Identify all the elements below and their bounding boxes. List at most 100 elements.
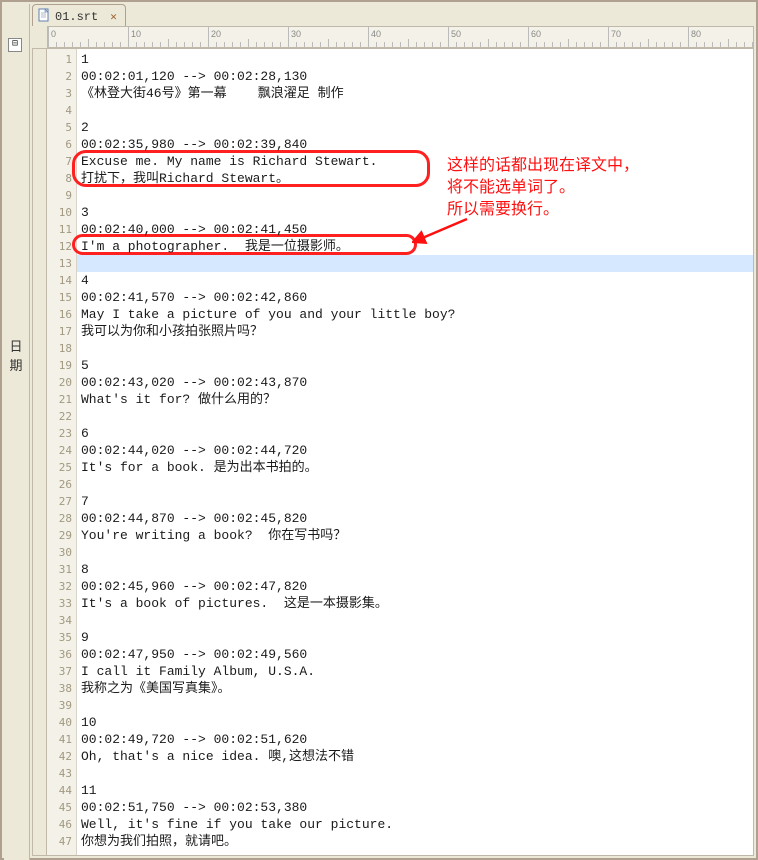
code-line[interactable]: 00:02:47,950 --> 00:02:49,560 bbox=[77, 646, 753, 663]
editor: 1234567891011121314151617181920212223242… bbox=[32, 48, 754, 856]
margin-strip bbox=[33, 49, 47, 855]
line-number: 13 bbox=[47, 255, 76, 272]
code-line[interactable] bbox=[77, 697, 753, 714]
line-number: 1 bbox=[47, 51, 76, 68]
line-number: 16 bbox=[47, 306, 76, 323]
code-line[interactable] bbox=[77, 255, 753, 272]
line-number: 20 bbox=[47, 374, 76, 391]
line-number: 18 bbox=[47, 340, 76, 357]
line-number: 17 bbox=[47, 323, 76, 340]
code-line[interactable]: 00:02:01,120 --> 00:02:28,130 bbox=[77, 68, 753, 85]
line-number: 22 bbox=[47, 408, 76, 425]
line-number: 42 bbox=[47, 748, 76, 765]
code-line[interactable] bbox=[77, 408, 753, 425]
code-line[interactable] bbox=[77, 765, 753, 782]
code-line[interactable] bbox=[77, 187, 753, 204]
code-line[interactable]: I call it Family Album, U.S.A. bbox=[77, 663, 753, 680]
tab-bar: 01.srt ✕ bbox=[32, 2, 126, 26]
line-number: 34 bbox=[47, 612, 76, 629]
code-line[interactable]: 5 bbox=[77, 357, 753, 374]
code-line[interactable]: Excuse me. My name is Richard Stewart. bbox=[77, 153, 753, 170]
code-line[interactable]: 00:02:35,980 --> 00:02:39,840 bbox=[77, 136, 753, 153]
close-icon[interactable]: ✕ bbox=[110, 10, 117, 24]
code-line[interactable] bbox=[77, 612, 753, 629]
code-line[interactable]: 00:02:43,020 --> 00:02:43,870 bbox=[77, 374, 753, 391]
code-line[interactable]: Well, it's fine if you take our picture. bbox=[77, 816, 753, 833]
code-line[interactable]: You're writing a book? 你在写书吗？ bbox=[77, 527, 753, 544]
code-line[interactable]: 00:02:44,870 --> 00:02:45,820 bbox=[77, 510, 753, 527]
line-number: 23 bbox=[47, 425, 76, 442]
code-line[interactable]: 00:02:49,720 --> 00:02:51,620 bbox=[77, 731, 753, 748]
code-line[interactable]: 我称之为《美国写真集》。 bbox=[77, 680, 753, 697]
line-number: 21 bbox=[47, 391, 76, 408]
code-line[interactable]: May I take a picture of you and your lit… bbox=[77, 306, 753, 323]
tab-filename: 01.srt bbox=[55, 10, 98, 24]
line-number: 28 bbox=[47, 510, 76, 527]
code-line[interactable] bbox=[77, 544, 753, 561]
code-line[interactable]: 你想为我们拍照，就请吧。 bbox=[77, 833, 753, 850]
line-number: 33 bbox=[47, 595, 76, 612]
file-tab[interactable]: 01.srt ✕ bbox=[32, 4, 126, 26]
line-number: 6 bbox=[47, 136, 76, 153]
line-number: 29 bbox=[47, 527, 76, 544]
line-number: 5 bbox=[47, 119, 76, 136]
line-number: 35 bbox=[47, 629, 76, 646]
code-line[interactable] bbox=[77, 340, 753, 357]
code-line[interactable]: 00:02:40,000 --> 00:02:41,450 bbox=[77, 221, 753, 238]
line-number: 3 bbox=[47, 85, 76, 102]
line-number: 38 bbox=[47, 680, 76, 697]
document-icon bbox=[37, 8, 51, 22]
code-area[interactable]: 这样的话都出现在译文中， 将不能选单词了。 所以需要换行。 100:02:01,… bbox=[77, 49, 753, 855]
code-line[interactable]: I'm a photographer. 我是一位摄影师。 bbox=[77, 238, 753, 255]
code-line[interactable]: 00:02:41,570 --> 00:02:42,860 bbox=[77, 289, 753, 306]
code-line[interactable]: 10 bbox=[77, 714, 753, 731]
code-line[interactable]: 9 bbox=[77, 629, 753, 646]
code-line[interactable]: 我可以为你和小孩拍张照片吗？ bbox=[77, 323, 753, 340]
line-number: 45 bbox=[47, 799, 76, 816]
line-number: 36 bbox=[47, 646, 76, 663]
line-number: 44 bbox=[47, 782, 76, 799]
line-number: 27 bbox=[47, 493, 76, 510]
line-number: 26 bbox=[47, 476, 76, 493]
line-number: 43 bbox=[47, 765, 76, 782]
code-line[interactable]: 00:02:51,750 --> 00:02:53,380 bbox=[77, 799, 753, 816]
line-number: 47 bbox=[47, 833, 76, 850]
line-number: 39 bbox=[47, 697, 76, 714]
code-line[interactable]: Oh, that's a nice idea. 噢,这想法不错 bbox=[77, 748, 753, 765]
code-line[interactable]: 00:02:45,960 --> 00:02:47,820 bbox=[77, 578, 753, 595]
code-line[interactable]: What's it for? 做什么用的？ bbox=[77, 391, 753, 408]
code-line[interactable]: 3 bbox=[77, 204, 753, 221]
line-number: 25 bbox=[47, 459, 76, 476]
code-line[interactable]: 2 bbox=[77, 119, 753, 136]
line-number: 4 bbox=[47, 102, 76, 119]
code-line[interactable]: 4 bbox=[77, 272, 753, 289]
code-line[interactable] bbox=[77, 102, 753, 119]
code-line[interactable]: 打扰下，我叫Richard Stewart。 bbox=[77, 170, 753, 187]
code-line[interactable]: 《林登大街46号》第一幕 飘浪濯足 制作 bbox=[77, 85, 753, 102]
line-number: 7 bbox=[47, 153, 76, 170]
code-line[interactable]: 11 bbox=[77, 782, 753, 799]
code-line[interactable]: 00:02:44,020 --> 00:02:44,720 bbox=[77, 442, 753, 459]
code-line[interactable]: 8 bbox=[77, 561, 753, 578]
code-line[interactable]: It's a book of pictures. 这是一本摄影集。 bbox=[77, 595, 753, 612]
app-frame: ⊟ 日期 01.srt ✕ 0102030405060708090 123456… bbox=[0, 0, 758, 860]
line-number: 41 bbox=[47, 731, 76, 748]
line-number: 9 bbox=[47, 187, 76, 204]
line-number: 40 bbox=[47, 714, 76, 731]
line-number: 15 bbox=[47, 289, 76, 306]
code-line[interactable]: 1 bbox=[77, 51, 753, 68]
line-number: 24 bbox=[47, 442, 76, 459]
line-number: 12 bbox=[47, 238, 76, 255]
code-line[interactable] bbox=[77, 476, 753, 493]
line-gutter: 1234567891011121314151617181920212223242… bbox=[47, 49, 77, 855]
line-number: 14 bbox=[47, 272, 76, 289]
ruler: 0102030405060708090 bbox=[47, 26, 754, 48]
code-line[interactable]: It's for a book. 是为出本书拍的。 bbox=[77, 459, 753, 476]
line-number: 31 bbox=[47, 561, 76, 578]
fold-toggle[interactable]: ⊟ bbox=[8, 38, 22, 52]
line-number: 30 bbox=[47, 544, 76, 561]
code-line[interactable]: 7 bbox=[77, 493, 753, 510]
code-line[interactable]: 6 bbox=[77, 425, 753, 442]
line-number: 2 bbox=[47, 68, 76, 85]
line-number: 46 bbox=[47, 816, 76, 833]
